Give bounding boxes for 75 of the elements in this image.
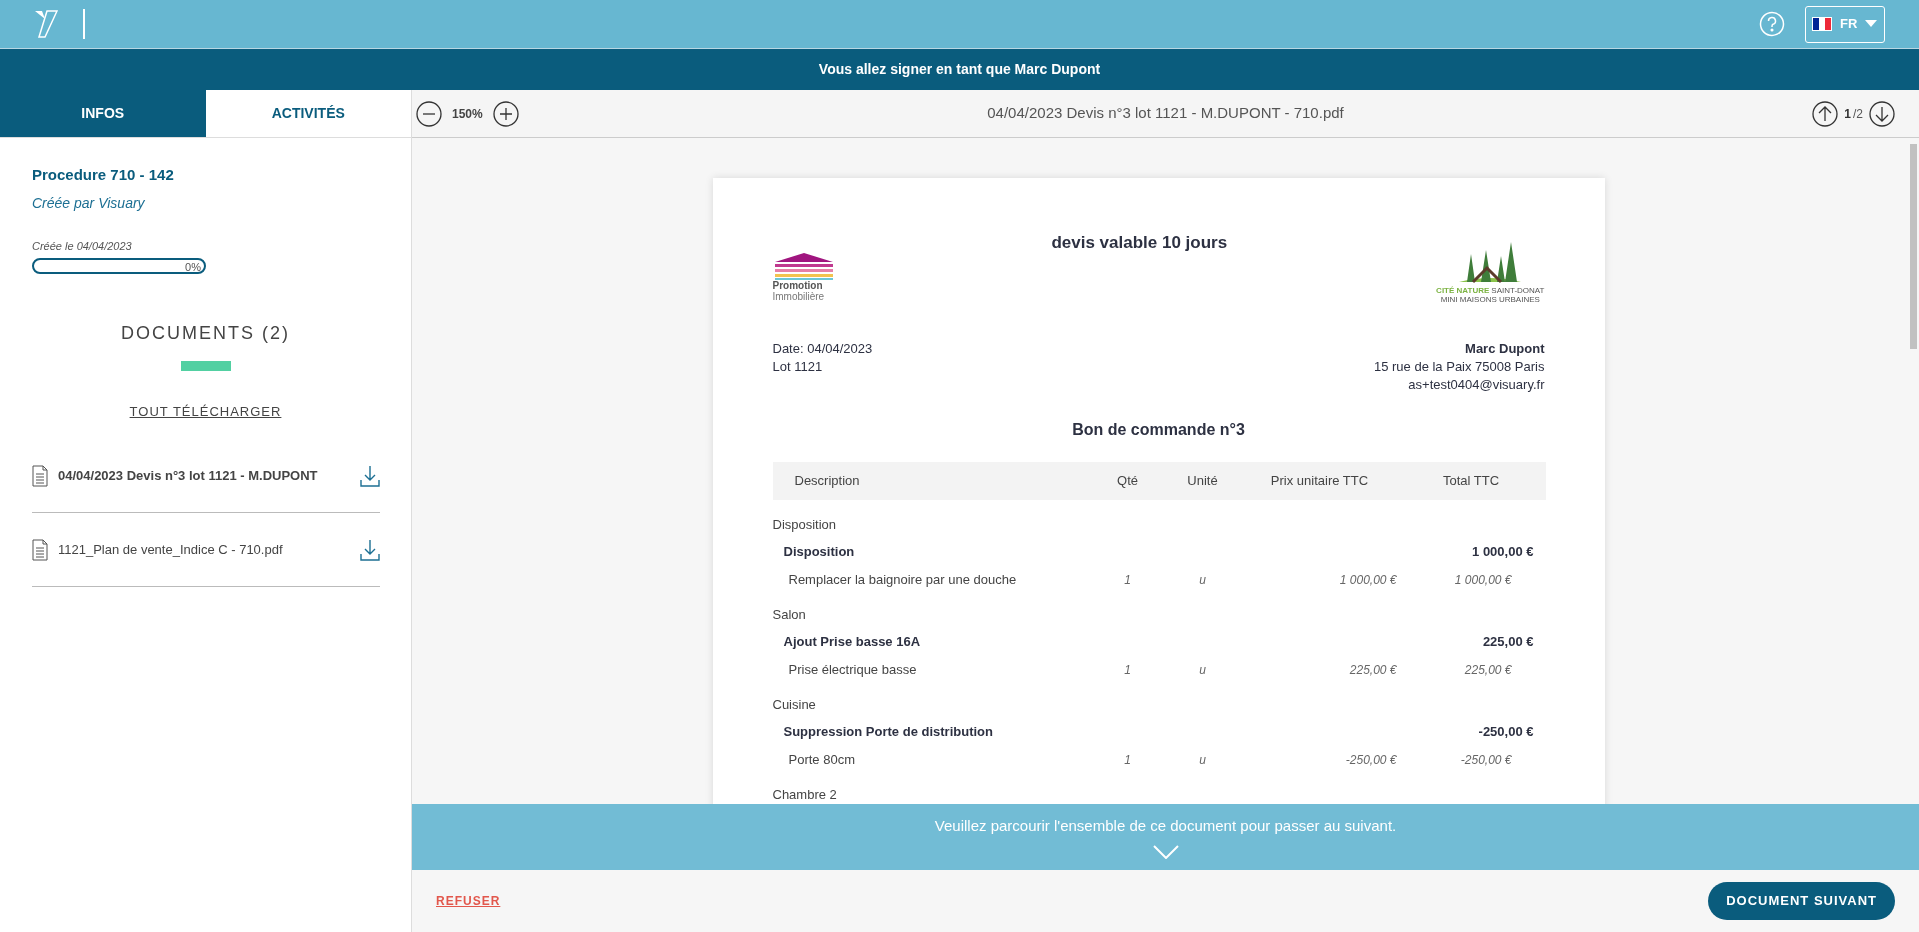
line-quantity: 1 — [1123, 752, 1132, 769]
line-unit: u — [1198, 662, 1207, 679]
documents-heading: DOCUMENTS (2) — [120, 322, 291, 345]
column-header: Prix unitaire TTC — [1269, 472, 1370, 491]
document-icon — [32, 464, 48, 487]
download-icon[interactable] — [360, 538, 380, 561]
previous-page-icon[interactable] — [1812, 100, 1839, 127]
heading-underline — [180, 361, 231, 371]
client-email: as+test0404@visuary.fr — [1408, 376, 1545, 394]
item-title: Suppression Porte de distribution — [783, 723, 993, 742]
document-info: Date: 04/04/2023 — [772, 340, 873, 358]
column-header: Total TTC — [1441, 472, 1501, 491]
next-page-icon[interactable] — [1869, 100, 1895, 127]
client-address: 15 rue de la Paix 75008 Paris — [1373, 358, 1545, 376]
logo-text: SAINT-DONAT — [1491, 286, 1545, 295]
logo-text: Promotion — [772, 280, 824, 291]
zoom-in-icon[interactable] — [492, 100, 519, 127]
line-quantity: 1 — [1123, 662, 1132, 679]
line-unit: u — [1198, 752, 1207, 769]
zoom-out-icon[interactable] — [416, 100, 442, 127]
flag-icon — [1812, 17, 1832, 31]
client-name: Marc Dupont — [1465, 340, 1545, 358]
order-title: Bon de commande n°3 — [1071, 420, 1246, 440]
page-total: /2 — [1853, 105, 1863, 123]
item-total: 225,00 € — [1482, 633, 1535, 652]
line-description: Prise électrique basse — [787, 661, 918, 680]
document-icon — [32, 538, 48, 561]
progress-reading: 0% — [185, 260, 201, 272]
download-icon[interactable] — [360, 464, 380, 487]
logo-icon — [34, 9, 58, 39]
line-total: -250,00 € — [1459, 752, 1513, 769]
line-total: 1 000,00 € — [1453, 572, 1513, 589]
next-document-button[interactable]: DOCUMENT SUIVANT — [1708, 882, 1895, 920]
line-total: 225,00 € — [1463, 662, 1513, 679]
document-item[interactable]: 04/04/2023 Devis n°3 lot 1121 - M.DUPONT — [32, 439, 380, 513]
scroll-notice-text: Veuillez parcourir l'ensemble de ce document pour passer au suivant. — [934, 815, 1397, 836]
document-title: devis valable 10 jours — [1051, 232, 1228, 254]
line-unit: u — [1198, 572, 1207, 589]
tab[interactable]: INFOS — [0, 90, 206, 138]
line-unit-price: 225,00 € — [1348, 662, 1397, 679]
zoom-level: 150% — [452, 105, 483, 123]
document-info: Lot 1121 — [772, 358, 824, 376]
line-unit-price: 1 000,00 € — [1338, 572, 1397, 589]
line-description: Porte 80cm — [787, 751, 856, 770]
scrollbar-thumb[interactable] — [1910, 144, 1917, 349]
building-logo-icon — [772, 252, 835, 280]
document-item[interactable]: 1121_Plan de vente_Indice C - 710.pdf — [32, 513, 380, 587]
line-description: Remplacer la baignoire par une douche — [787, 571, 1018, 590]
procedure-title: Procedure 710 - 142 — [32, 165, 175, 185]
section-name: Disposition — [772, 516, 838, 535]
column-header: Qté — [1116, 472, 1139, 491]
page-current: 1 — [1844, 105, 1851, 123]
download-all-link[interactable]: TOUT TÉLÉCHARGER — [129, 404, 282, 419]
logo-text: Immobilière — [772, 291, 826, 302]
logo-text: MINI MAISONS URBAINES — [1440, 295, 1540, 304]
line-unit-price: -250,00 € — [1344, 752, 1397, 769]
procedure-creator: Créée par Visuary — [32, 193, 146, 213]
section-name: Salon — [772, 606, 807, 625]
item-title: Disposition — [783, 543, 855, 562]
line-quantity: 1 — [1123, 572, 1132, 589]
item-title: Ajout Prise basse 16A — [783, 633, 921, 652]
item-total: 1 000,00 € — [1472, 543, 1535, 562]
item-total: -250,00 € — [1478, 723, 1535, 742]
document-name: 1121_Plan de vente_Indice C - 710.pdf — [58, 540, 284, 559]
creation-date: Créée le 04/04/2023 — [32, 238, 133, 254]
file-name: 04/04/2023 Devis n°3 lot 1121 - M.DUPONT - 710.pdf — [986, 103, 1345, 124]
column-header: Unité — [1186, 472, 1219, 491]
document-name: 04/04/2023 Devis n°3 lot 1121 - M.DUPONT — [58, 466, 319, 485]
signer-banner: Vous allez signer en tant que Marc Dupont — [0, 48, 1919, 90]
section-name: Cuisine — [772, 696, 817, 715]
caret-icon — [1865, 20, 1878, 28]
logo-text: CITÉ NATURE — [1436, 286, 1490, 295]
language-code: FR — [1840, 15, 1858, 34]
column-header: Description — [793, 472, 861, 491]
section-name: Chambre 2 — [772, 786, 838, 805]
